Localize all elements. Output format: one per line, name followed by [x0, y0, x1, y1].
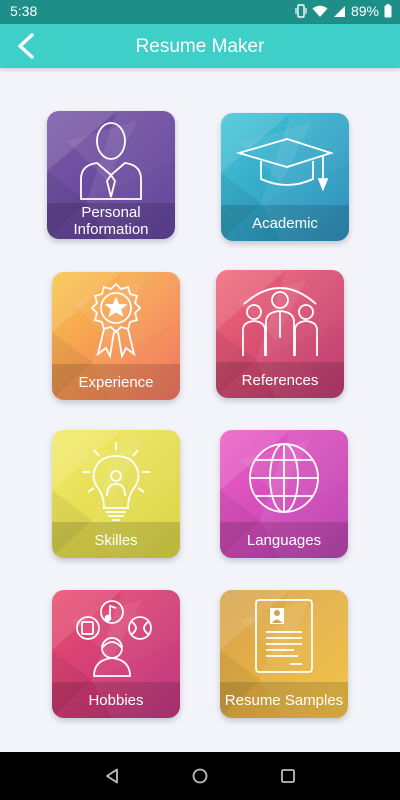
- document-icon: [255, 599, 313, 673]
- references-tile[interactable]: References: [216, 270, 344, 398]
- languages-tile[interactable]: Languages: [220, 430, 348, 558]
- academic-tile[interactable]: Academic: [221, 113, 349, 241]
- tile-label: Resume Samples: [220, 682, 348, 718]
- nav-home-icon: [192, 768, 208, 784]
- page-title: Resume Maker: [135, 36, 265, 57]
- app-bar: Resume Maker: [0, 24, 400, 68]
- tile-label: Hobbies: [52, 682, 180, 718]
- tile-label: Skilles: [52, 522, 180, 558]
- nav-back-icon: [106, 768, 118, 784]
- tile-label: References: [216, 362, 344, 398]
- nav-back-button[interactable]: [100, 764, 124, 788]
- nav-home-button[interactable]: [188, 764, 212, 788]
- skills-tile[interactable]: Skilles: [52, 430, 180, 558]
- person-tie-icon: [80, 122, 142, 200]
- battery-percent: 89%: [350, 3, 379, 19]
- hobbies-icon: [76, 600, 152, 677]
- experience-tile[interactable]: Experience: [52, 272, 180, 400]
- globe-icon: [249, 443, 319, 513]
- nav-recents-button[interactable]: [276, 764, 300, 788]
- wifi-icon: [312, 5, 328, 17]
- status-icons: 89%: [295, 3, 392, 19]
- signal-icon: [333, 5, 345, 17]
- tile-label: Languages: [220, 522, 348, 558]
- tile-label: Academic: [221, 205, 349, 241]
- tile-label: Personal Information: [47, 203, 175, 239]
- status-time: 5:38: [10, 3, 38, 19]
- group-icon: [242, 287, 318, 356]
- award-badge-icon: [90, 282, 142, 359]
- lightbulb-icon: [82, 442, 150, 521]
- status-bar: 5:38 89%: [0, 0, 400, 24]
- graduation-cap-icon: [235, 138, 334, 192]
- tile-label: Experience: [52, 364, 180, 400]
- resume-samples-tile[interactable]: Resume Samples: [220, 590, 348, 718]
- personal-information-tile[interactable]: Personal Information: [47, 111, 175, 239]
- hobbies-tile[interactable]: Hobbies: [52, 590, 180, 718]
- nav-recents-icon: [281, 769, 295, 783]
- vibrate-icon: [295, 4, 307, 18]
- system-nav-bar: [0, 752, 400, 800]
- battery-icon: [384, 4, 392, 18]
